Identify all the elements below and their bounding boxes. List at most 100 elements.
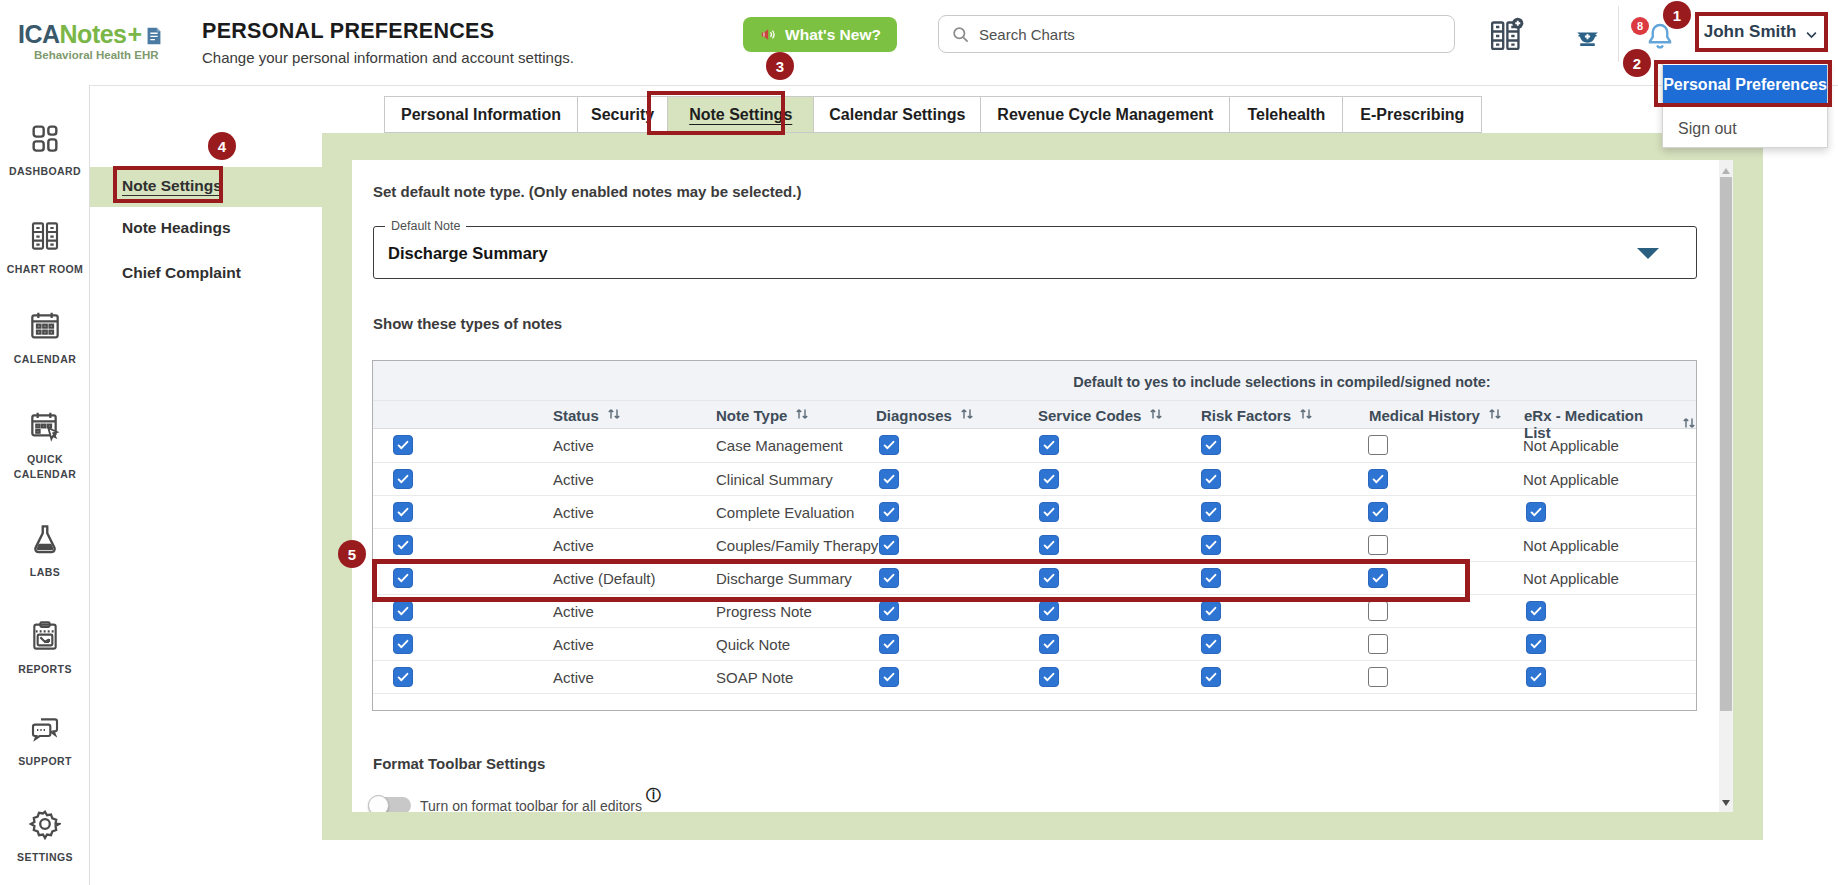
diagnoses-checkbox[interactable] <box>879 502 899 522</box>
diagnoses-checkbox[interactable] <box>879 634 899 654</box>
row-enabled-checkbox[interactable] <box>393 601 413 621</box>
tab-e-prescribing[interactable]: E-Prescribing <box>1342 96 1482 133</box>
sidebar-item-reports[interactable]: REPORTS <box>0 620 90 677</box>
column-header-note-type[interactable]: Note Type <box>716 407 809 424</box>
tab-telehealth[interactable]: Telehealth <box>1229 96 1343 133</box>
row-enabled-checkbox[interactable] <box>393 667 413 687</box>
diagnoses-checkbox[interactable] <box>879 601 899 621</box>
risk-factors-checkbox[interactable] <box>1201 634 1221 654</box>
panel-scrollbar[interactable] <box>1719 160 1733 812</box>
medical-history-checkbox[interactable] <box>1368 568 1388 588</box>
service-codes-checkbox[interactable] <box>1039 535 1059 555</box>
note-type-row-clinical-summary: ActiveClinical SummaryNot Applicable <box>373 462 1696 495</box>
sidebar-item-quick-calendar[interactable]: QUICK CALENDAR <box>0 410 90 482</box>
erx-checkbox[interactable] <box>1526 634 1546 654</box>
erx-checkbox[interactable] <box>1526 667 1546 687</box>
sidebar-item-chart-room[interactable]: CHART ROOM <box>0 220 90 277</box>
risk-factors-checkbox[interactable] <box>1201 535 1221 555</box>
subnav-item-chief-complaint[interactable]: Chief Complaint <box>122 264 241 282</box>
sort-icon[interactable] <box>795 407 809 424</box>
service-codes-checkbox[interactable] <box>1039 601 1059 621</box>
note-type-row-quick-note: ActiveQuick Note <box>373 627 1696 660</box>
column-header-diagnoses[interactable]: Diagnoses <box>876 407 974 424</box>
note-type-cell: SOAP Note <box>716 661 793 694</box>
default-note-select[interactable]: Default Note Discharge Summary <box>373 226 1697 279</box>
risk-factors-checkbox[interactable] <box>1201 667 1221 687</box>
search-icon <box>951 25 970 44</box>
risk-factors-checkbox[interactable] <box>1201 469 1221 489</box>
subnav-item-note-settings[interactable]: Note Settings <box>122 177 222 195</box>
column-header-status[interactable]: Status <box>553 407 621 424</box>
medical-history-checkbox[interactable] <box>1368 469 1388 489</box>
service-codes-checkbox[interactable] <box>1039 568 1059 588</box>
note-type-cell: Quick Note <box>716 628 790 661</box>
chart-room-add-icon[interactable] <box>1488 17 1524 53</box>
tab-revenue-cycle-management[interactable]: Revenue Cycle Management <box>980 96 1230 133</box>
risk-factors-checkbox[interactable] <box>1201 435 1221 455</box>
dashboard-icon <box>29 140 61 157</box>
tab-personal-information[interactable]: Personal Information <box>384 96 578 133</box>
tab-security[interactable]: Security <box>577 96 668 133</box>
row-enabled-checkbox[interactable] <box>393 634 413 654</box>
menu-item-personal-preferences[interactable]: Personal Preferences <box>1663 65 1827 105</box>
service-codes-checkbox[interactable] <box>1039 435 1059 455</box>
note-type-cell: Progress Note <box>716 595 812 628</box>
sort-icon[interactable] <box>960 407 974 424</box>
sidebar-item-dashboard[interactable]: DASHBOARD <box>0 122 90 179</box>
sidebar-item-support[interactable]: SUPPORT <box>0 712 90 769</box>
diagnoses-checkbox[interactable] <box>879 568 899 588</box>
diagnoses-checkbox[interactable] <box>879 535 899 555</box>
sidebar-item-label: QUICK CALENDAR <box>0 452 90 482</box>
diagnoses-checkbox[interactable] <box>879 667 899 687</box>
medical-history-checkbox[interactable] <box>1368 634 1388 654</box>
diagnoses-checkbox[interactable] <box>879 435 899 455</box>
user-menu-button[interactable]: John Smith <box>1695 12 1828 52</box>
medical-history-checkbox[interactable] <box>1368 502 1388 522</box>
medical-history-checkbox[interactable] <box>1368 435 1388 455</box>
sidebar-item-calendar[interactable]: CALENDAR <box>0 310 90 367</box>
scroll-down-arrow[interactable] <box>1722 800 1730 806</box>
row-enabled-checkbox[interactable] <box>393 568 413 588</box>
column-header-service-codes[interactable]: Service Codes <box>1038 407 1163 424</box>
column-header-medical-history[interactable]: Medical History <box>1369 407 1502 424</box>
service-codes-checkbox[interactable] <box>1039 502 1059 522</box>
row-enabled-checkbox[interactable] <box>393 535 413 555</box>
erx-checkbox[interactable] <box>1526 601 1546 621</box>
tab-note-settings[interactable]: Note Settings <box>667 96 814 133</box>
format-toolbar-heading: Format Toolbar Settings <box>373 755 545 772</box>
medical-history-checkbox[interactable] <box>1368 667 1388 687</box>
service-codes-checkbox[interactable] <box>1039 469 1059 489</box>
info-icon[interactable]: ⓘ <box>646 786 661 805</box>
sort-icon[interactable] <box>1299 407 1313 424</box>
risk-factors-checkbox[interactable] <box>1201 601 1221 621</box>
whats-new-button[interactable]: What's New? <box>743 17 897 52</box>
chart-room-icon <box>29 238 61 255</box>
sidebar-item-settings[interactable]: SETTINGS <box>0 808 90 865</box>
risk-factors-checkbox[interactable] <box>1201 568 1221 588</box>
medical-history-checkbox[interactable] <box>1368 601 1388 621</box>
column-header-risk-factors[interactable]: Risk Factors <box>1201 407 1313 424</box>
sidebar-item-labs[interactable]: LABS <box>0 523 90 580</box>
row-enabled-checkbox[interactable] <box>393 469 413 489</box>
scroll-up-arrow[interactable] <box>1722 168 1730 174</box>
tab-calendar-settings[interactable]: Calendar Settings <box>813 96 981 133</box>
scrollbar-thumb[interactable] <box>1720 177 1732 711</box>
menu-item-sign-out[interactable]: Sign out <box>1678 111 1737 147</box>
search-charts-input[interactable] <box>979 26 1399 43</box>
service-codes-checkbox[interactable] <box>1039 634 1059 654</box>
row-enabled-checkbox[interactable] <box>393 502 413 522</box>
format-toolbar-toggle[interactable] <box>371 797 411 812</box>
sort-icon[interactable] <box>1488 407 1502 424</box>
subnav-item-note-headings[interactable]: Note Headings <box>122 219 231 237</box>
app-window: ICANotes+ Behavioral Health EHR PERSONAL… <box>0 0 1838 885</box>
sort-icon[interactable] <box>607 407 621 424</box>
sort-icon[interactable] <box>1149 407 1163 424</box>
search-charts-box[interactable] <box>938 15 1455 53</box>
risk-factors-checkbox[interactable] <box>1201 502 1221 522</box>
diagnoses-checkbox[interactable] <box>879 469 899 489</box>
service-codes-checkbox[interactable] <box>1039 667 1059 687</box>
erx-checkbox[interactable] <box>1526 502 1546 522</box>
row-enabled-checkbox[interactable] <box>393 435 413 455</box>
pharmacy-add-icon[interactable] <box>1574 22 1601 49</box>
medical-history-checkbox[interactable] <box>1368 535 1388 555</box>
